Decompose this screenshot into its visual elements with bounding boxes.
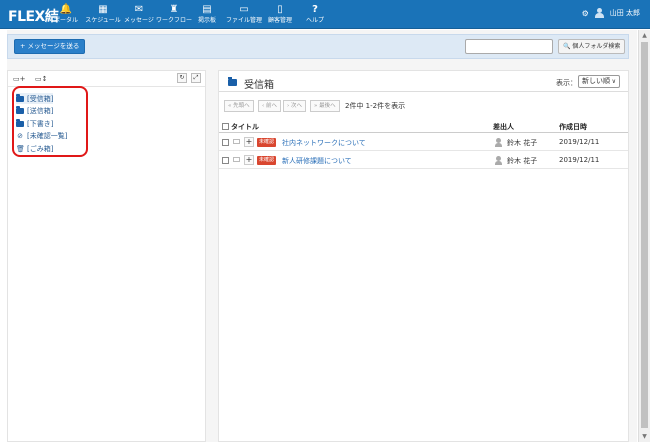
personal-folder-search-button[interactable]: 🔍 個人フォルダ検索 xyxy=(558,39,626,54)
row-checkbox[interactable] xyxy=(222,139,229,146)
nav-label: メッセージ xyxy=(124,17,154,24)
panel-header: 受信箱 表示： 新しい順 ∨ xyxy=(219,71,628,92)
action-bar: + メッセージを送る 🔍 個人フォルダ検索 xyxy=(7,34,629,59)
pager-first-button[interactable]: « 先頭へ xyxy=(224,100,254,112)
chevron-down-icon: ∨ xyxy=(611,78,616,85)
clipboard-icon: ▤ xyxy=(202,4,212,15)
message-subject-link[interactable]: 社内ネットワークについて xyxy=(282,138,366,148)
expand-button[interactable]: + xyxy=(244,155,254,165)
send-message-button[interactable]: + メッセージを送る xyxy=(14,39,86,54)
folder-icon: ▭ xyxy=(239,4,249,15)
add-folder-icon[interactable]: ▭+ xyxy=(13,74,25,84)
message-panel: 受信箱 表示： 新しい順 ∨ « 先頭へ ‹ 前へ › 次へ » 最後へ 2件中… xyxy=(218,70,629,442)
page-title: 受信箱 xyxy=(244,80,274,91)
select-all-checkbox[interactable] xyxy=(222,123,229,130)
folder-label: [送信箱] xyxy=(27,106,54,115)
message-sender: 鈴木 花子 xyxy=(507,139,538,147)
calendar-icon: ▦ xyxy=(98,4,108,15)
status-badge: 未確認 xyxy=(257,138,277,147)
nav-label: ワークフロー xyxy=(156,17,193,24)
search-input[interactable] xyxy=(465,39,553,54)
folder-icon xyxy=(228,77,237,86)
status-badge: 未確認 xyxy=(257,156,277,165)
nav-bulletin-board[interactable]: ▤ 掲示板 xyxy=(192,3,222,27)
row-checkbox[interactable] xyxy=(222,157,229,164)
column-title[interactable]: タイトル xyxy=(231,122,259,132)
folder-icon xyxy=(16,105,24,114)
nav-workflow[interactable]: ♜ ワークフロー xyxy=(156,3,192,27)
book-icon: ▯ xyxy=(277,4,283,15)
column-date[interactable]: 作成日時 xyxy=(559,122,587,132)
nav-customer-management[interactable]: ▯ 顧客管理 xyxy=(265,3,295,27)
table-row[interactable]: + 未確認 社内ネットワークについて 鈴木 花子 2019/12/11 xyxy=(219,134,628,151)
expand-icon[interactable]: ⤢ xyxy=(191,73,201,83)
message-sender: 鈴木 花子 xyxy=(507,157,538,165)
nav-schedule[interactable]: ▦ スケジュール xyxy=(85,3,121,27)
stamp-icon: ♜ xyxy=(169,4,179,15)
nav-label: ポータル xyxy=(53,17,78,24)
folder-trash[interactable]: 🗑 [ごみ箱] xyxy=(16,143,53,154)
message-subject-link[interactable]: 新人研修課題について xyxy=(282,156,352,166)
folder-icon xyxy=(16,118,24,127)
bell-icon: 🔔 xyxy=(59,4,73,15)
pager-last-button[interactable]: » 最後へ xyxy=(310,100,340,112)
result-count: 2件中 1-2件を表示 xyxy=(345,102,406,110)
nav-label: 顧客管理 xyxy=(267,17,292,24)
sort-select[interactable]: 新しい順 ∨ xyxy=(578,75,620,88)
settings-icon[interactable]: ⚙ xyxy=(582,9,589,18)
folder-sent[interactable]: [送信箱] xyxy=(16,105,53,116)
envelope-icon xyxy=(233,157,240,162)
nav-label: 掲示板 xyxy=(197,17,216,24)
avatar[interactable] xyxy=(594,8,604,18)
envelope-icon xyxy=(233,139,240,144)
user-icon xyxy=(495,156,502,165)
scroll-up-icon[interactable]: ▲ xyxy=(639,30,650,41)
message-date: 2019/12/11 xyxy=(559,138,600,146)
user-icon xyxy=(495,138,502,147)
nav-label: スケジュール xyxy=(85,17,121,24)
folder-label: [ごみ箱] xyxy=(27,144,54,153)
check-circle-icon: ⊘ xyxy=(17,131,23,140)
column-sender[interactable]: 差出人 xyxy=(493,122,514,132)
user-name[interactable]: 山田 太郎 xyxy=(610,8,640,18)
nav-label: ファイル管理 xyxy=(226,17,263,24)
folder-label: [受信箱] xyxy=(27,94,54,103)
message-date: 2019/12/11 xyxy=(559,156,600,164)
refresh-icon[interactable]: ↻ xyxy=(177,73,187,83)
table-header: タイトル 差出人 作成日時 xyxy=(219,120,628,133)
nav-message[interactable]: ✉ メッセージ xyxy=(121,3,157,27)
display-label: 表示： xyxy=(556,79,577,87)
nav-label: ヘルプ xyxy=(305,17,324,24)
table-row[interactable]: + 未確認 新人研修課題について 鈴木 花子 2019/12/11 xyxy=(219,152,628,169)
folder-label: [下書き] xyxy=(27,119,54,128)
scrollbar-thumb[interactable] xyxy=(641,42,648,428)
scroll-down-icon[interactable]: ▼ xyxy=(639,431,650,442)
nav-help[interactable]: ? ヘルプ xyxy=(303,3,327,27)
folder-unconfirmed[interactable]: ⊘ [未確認一覧] xyxy=(16,130,67,141)
pager-next-button[interactable]: › 次へ xyxy=(283,100,306,112)
sort-folder-icon[interactable]: ▭↕ xyxy=(35,74,47,84)
folder-drafts[interactable]: [下書き] xyxy=(16,118,53,129)
nav-portal[interactable]: 🔔 ポータル xyxy=(48,3,84,27)
folder-label: [未確認一覧] xyxy=(27,131,68,140)
trash-icon: 🗑 xyxy=(16,144,25,153)
page-scrollbar[interactable]: ▲ ▼ xyxy=(638,30,650,442)
expand-button[interactable]: + xyxy=(244,137,254,147)
user-area: ⚙ 山田 太郎 xyxy=(582,8,640,18)
sort-select-value: 新しい順 xyxy=(582,77,610,85)
nav-file-management[interactable]: ▭ ファイル管理 xyxy=(226,3,262,27)
pager-prev-button[interactable]: ‹ 前へ xyxy=(258,100,281,112)
help-icon: ? xyxy=(312,4,318,15)
top-navigation-bar: FLEX結 🔔 ポータル ▦ スケジュール ✉ メッセージ ♜ ワークフロー ▤… xyxy=(0,0,650,29)
folder-icon xyxy=(16,93,24,102)
folder-inbox[interactable]: [受信箱] xyxy=(16,93,54,104)
envelope-icon: ✉ xyxy=(134,4,144,15)
